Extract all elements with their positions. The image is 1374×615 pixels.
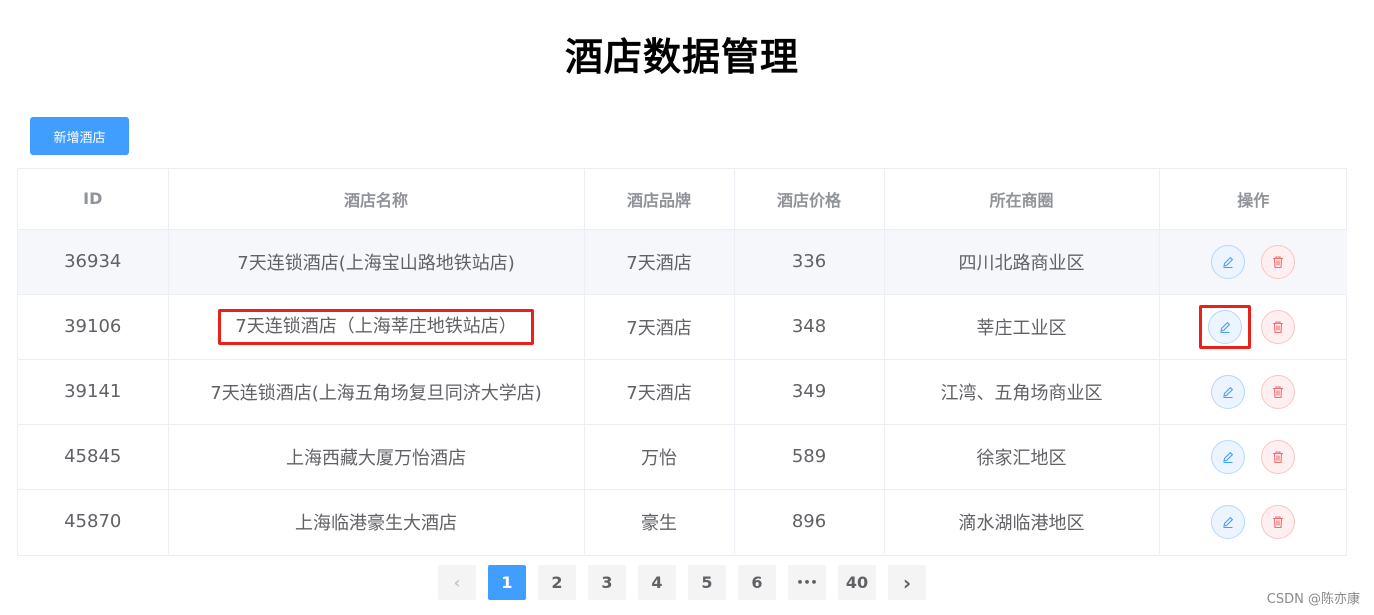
table-row: 39106 7天连锁酒店（上海莘庄地铁站店） 7天酒店 348 莘庄工业区 bbox=[18, 294, 1347, 360]
trash-icon bbox=[1273, 320, 1284, 333]
cell-business: 徐家汇地区 bbox=[884, 424, 1160, 490]
page-button-4[interactable]: 4 bbox=[638, 565, 676, 600]
cell-price: 349 bbox=[734, 359, 885, 425]
cell-name: 上海临港豪生大酒店 bbox=[168, 489, 585, 554]
cell-actions bbox=[1159, 229, 1347, 295]
edit-button[interactable] bbox=[1211, 439, 1246, 474]
cell-id: 45870 bbox=[18, 489, 169, 554]
page-button-last[interactable]: 40 bbox=[838, 565, 876, 600]
page-button-5[interactable]: 5 bbox=[688, 565, 726, 600]
cell-name: 7天连锁酒店(上海宝山路地铁站店) bbox=[168, 229, 585, 295]
prev-page-button[interactable]: ‹ bbox=[438, 565, 476, 600]
delete-button[interactable] bbox=[1261, 309, 1296, 344]
edit-button[interactable] bbox=[1211, 244, 1246, 279]
column-header-name: 酒店名称 bbox=[168, 169, 585, 230]
cell-business: 四川北路商业区 bbox=[884, 229, 1160, 295]
column-header-actions: 操作 bbox=[1159, 169, 1347, 230]
cell-name: 上海西藏大厦万怡酒店 bbox=[168, 424, 585, 490]
trash-icon bbox=[1273, 450, 1284, 463]
table-header-row: ID 酒店名称 酒店品牌 酒店价格 所在商圈 操作 bbox=[18, 169, 1347, 230]
edit-icon bbox=[1223, 516, 1234, 528]
edit-button[interactable] bbox=[1211, 504, 1246, 539]
edit-button[interactable] bbox=[1208, 309, 1243, 344]
delete-button[interactable] bbox=[1261, 374, 1296, 409]
trash-icon bbox=[1273, 516, 1284, 528]
cell-actions bbox=[1159, 359, 1347, 425]
cell-brand: 万怡 bbox=[584, 424, 735, 490]
cell-price: 896 bbox=[734, 489, 885, 554]
table-row: 45870 上海临港豪生大酒店 豪生 896 滴水湖临港地区 bbox=[18, 489, 1347, 554]
edit-button[interactable] bbox=[1211, 374, 1246, 409]
highlighted-hotel-name: 7天连锁酒店（上海莘庄地铁站店） bbox=[218, 308, 534, 345]
trash-icon bbox=[1273, 255, 1284, 268]
column-header-price: 酒店价格 bbox=[734, 169, 885, 230]
edit-icon bbox=[1223, 451, 1234, 463]
cell-id: 36934 bbox=[18, 229, 169, 295]
cell-id: 39141 bbox=[18, 359, 169, 425]
cell-business: 滴水湖临港地区 bbox=[884, 489, 1160, 554]
page-button-6[interactable]: 6 bbox=[738, 565, 776, 600]
column-header-brand: 酒店品牌 bbox=[584, 169, 735, 230]
cell-brand: 7天酒店 bbox=[584, 359, 735, 425]
hotel-table-container: ID 酒店名称 酒店品牌 酒店价格 所在商圈 操作 36934 7天连锁酒店(上… bbox=[17, 168, 1347, 556]
hotel-management-page: 酒店数据管理 新增酒店 ID 酒店名称 酒店品牌 酒店价格 所在商圈 操作 36… bbox=[0, 0, 1374, 615]
pagination: ‹ 1 2 3 4 5 6 ••• 40 › bbox=[438, 565, 926, 600]
delete-button[interactable] bbox=[1261, 244, 1296, 279]
cell-name: 7天连锁酒店（上海莘庄地铁站店） bbox=[168, 294, 585, 360]
add-hotel-button[interactable]: 新增酒店 bbox=[30, 117, 129, 155]
cell-brand: 豪生 bbox=[584, 489, 735, 554]
table-row: 36934 7天连锁酒店(上海宝山路地铁站店) 7天酒店 336 四川北路商业区 bbox=[18, 229, 1347, 295]
next-page-button[interactable]: › bbox=[888, 565, 926, 600]
hotel-table: ID 酒店名称 酒店品牌 酒店价格 所在商圈 操作 36934 7天连锁酒店(上… bbox=[18, 169, 1347, 554]
cell-actions bbox=[1159, 424, 1347, 490]
cell-id: 45845 bbox=[18, 424, 169, 490]
cell-business: 江湾、五角场商业区 bbox=[884, 359, 1160, 425]
edit-button-highlight bbox=[1199, 304, 1252, 349]
cell-price: 336 bbox=[734, 229, 885, 295]
cell-brand: 7天酒店 bbox=[584, 229, 735, 295]
cell-brand: 7天酒店 bbox=[584, 294, 735, 360]
page-button-1[interactable]: 1 bbox=[488, 565, 526, 600]
page-button-3[interactable]: 3 bbox=[588, 565, 626, 600]
delete-button[interactable] bbox=[1261, 504, 1296, 539]
table-row: 45845 上海西藏大厦万怡酒店 万怡 589 徐家汇地区 bbox=[18, 424, 1347, 490]
cell-price: 348 bbox=[734, 294, 885, 360]
watermark: CSDN @陈亦康 bbox=[1266, 592, 1360, 607]
more-pages-button[interactable]: ••• bbox=[788, 565, 826, 600]
page-title: 酒店数据管理 bbox=[564, 35, 799, 79]
cell-business: 莘庄工业区 bbox=[884, 294, 1160, 360]
table-row: 39141 7天连锁酒店(上海五角场复旦同济大学店) 7天酒店 349 江湾、五… bbox=[18, 359, 1347, 425]
edit-icon bbox=[1223, 256, 1234, 268]
edit-icon bbox=[1223, 386, 1234, 398]
cell-actions bbox=[1159, 489, 1347, 554]
trash-icon bbox=[1273, 385, 1284, 398]
column-header-id: ID bbox=[18, 169, 169, 230]
cell-id: 39106 bbox=[18, 294, 169, 360]
delete-button[interactable] bbox=[1261, 439, 1296, 474]
column-header-business: 所在商圈 bbox=[884, 169, 1160, 230]
cell-name: 7天连锁酒店(上海五角场复旦同济大学店) bbox=[168, 359, 585, 425]
page-button-2[interactable]: 2 bbox=[538, 565, 576, 600]
cell-price: 589 bbox=[734, 424, 885, 490]
cell-actions bbox=[1159, 294, 1347, 360]
edit-icon bbox=[1220, 321, 1231, 333]
